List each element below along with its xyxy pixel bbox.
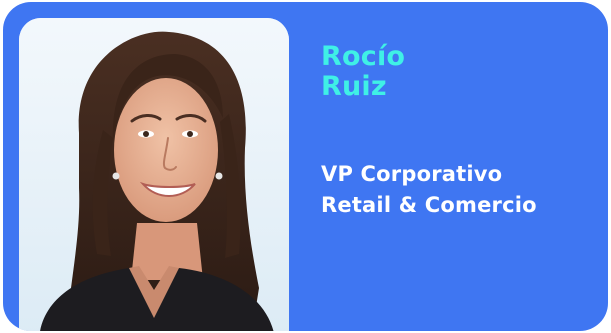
profile-card: Rocío Ruiz VP Corporativo Retail & Comer… xyxy=(3,2,608,331)
first-name: Rocío xyxy=(321,41,406,72)
job-title-line-2: Retail & Comercio xyxy=(321,193,537,217)
job-title: VP Corporativo Retail & Comercio xyxy=(321,159,601,221)
portrait-image xyxy=(19,18,289,331)
profile-text: Rocío Ruiz VP Corporativo Retail & Comer… xyxy=(321,42,601,221)
job-title-line-1: VP Corporativo xyxy=(321,162,503,186)
last-name: Ruiz xyxy=(321,71,387,102)
person-name: Rocío Ruiz xyxy=(321,42,601,102)
profile-photo xyxy=(19,18,289,331)
